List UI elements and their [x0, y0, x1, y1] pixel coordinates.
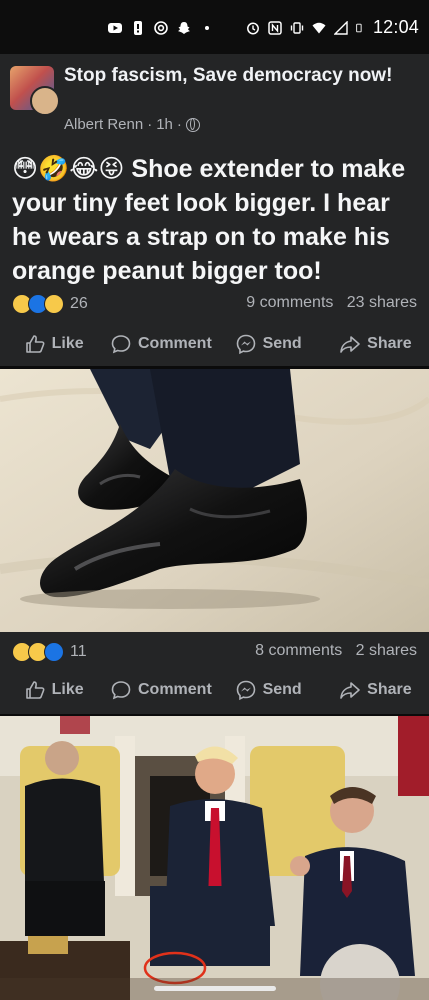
- comment-label: Comment: [137, 681, 212, 698]
- thumbs-up-icon: [25, 681, 45, 699]
- shares-count[interactable]: 23 shares: [347, 294, 417, 311]
- messenger-icon: [236, 334, 255, 355]
- post-time[interactable]: 1h: [156, 116, 173, 133]
- thumbs-up-icon: [25, 335, 45, 353]
- photo-reaction-summary[interactable]: 11: [12, 642, 87, 662]
- battery-icon: [356, 23, 362, 32]
- home-gesture-handle[interactable]: [154, 986, 276, 991]
- meeting-photo: [0, 716, 429, 1000]
- post-photo-shoes[interactable]: [0, 369, 429, 632]
- snapchat-icon: [178, 22, 190, 34]
- messenger-icon: [236, 680, 255, 701]
- comment-label: Comment: [137, 335, 212, 352]
- threads-icon: [154, 21, 168, 35]
- photo-comments-count[interactable]: 8 comments: [255, 642, 342, 659]
- comments-shares: 9 comments 23 shares: [246, 294, 417, 312]
- vibrate-icon: [290, 21, 304, 34]
- send-label: Send: [262, 681, 302, 698]
- send-button[interactable]: Send: [215, 668, 322, 712]
- shoe-photo: [0, 369, 429, 632]
- reaction-summary[interactable]: 26: [12, 294, 88, 314]
- send-button[interactable]: Send: [215, 322, 322, 366]
- group-name[interactable]: Stop fascism, Save democracy now!: [64, 64, 394, 88]
- post-emojis: 😳🤣😂😝: [12, 155, 125, 183]
- status-notification-icons: [108, 21, 214, 35]
- share-button[interactable]: Share: [322, 668, 429, 712]
- meta-separator: ·: [147, 116, 153, 133]
- post-card: Stop fascism, Save democracy now! Albert…: [0, 54, 429, 366]
- comments-count[interactable]: 9 comments: [246, 294, 333, 311]
- dot-icon: [205, 26, 209, 30]
- photo-shares-count[interactable]: 2 shares: [356, 642, 417, 659]
- photo-post-footer: 11 8 comments 2 shares Like Comment Send…: [0, 632, 429, 714]
- post-text: 😳🤣😂😝 Shoe extender to make your tiny fee…: [12, 152, 422, 288]
- status-system-icons: 12:04: [246, 17, 419, 38]
- nfc-icon: [268, 20, 282, 35]
- post-photo-meeting[interactable]: [0, 716, 429, 1000]
- signal-icon: [333, 20, 348, 35]
- share-icon: [340, 682, 360, 699]
- like-label: Like: [51, 681, 84, 698]
- comment-button[interactable]: Comment: [107, 668, 214, 712]
- youtube-icon: [108, 23, 122, 33]
- status-bar: 12:04: [0, 0, 429, 54]
- globe-icon: [185, 117, 200, 132]
- notification-icon: [134, 21, 142, 35]
- author-avatar[interactable]: [30, 86, 60, 116]
- share-icon: [340, 336, 360, 353]
- like-button[interactable]: Like: [0, 668, 107, 712]
- send-label: Send: [262, 335, 302, 352]
- photo-action-bar: Like Comment Send Share: [0, 668, 429, 712]
- comment-icon: [111, 681, 131, 700]
- photo-post-stats: 11 8 comments 2 shares: [12, 642, 417, 662]
- comment-icon: [111, 335, 131, 354]
- clock: 12:04: [372, 17, 419, 37]
- post-meta: Albert Renn · 1h ·: [64, 116, 200, 133]
- like-label: Like: [51, 335, 84, 352]
- share-label: Share: [367, 681, 412, 698]
- system-navigation-bar: [0, 972, 429, 1000]
- wifi-icon: [312, 22, 326, 33]
- share-button[interactable]: Share: [322, 322, 429, 366]
- author-name[interactable]: Albert Renn: [64, 116, 143, 133]
- share-label: Share: [367, 335, 412, 352]
- post-action-bar: Like Comment Send Share: [0, 322, 429, 366]
- haha-reaction-icon: [44, 294, 64, 314]
- comment-button[interactable]: Comment: [107, 322, 214, 366]
- meta-separator: ·: [176, 116, 182, 133]
- like-button[interactable]: Like: [0, 322, 107, 366]
- reaction-count: 26: [70, 295, 88, 312]
- alarm-icon: [247, 22, 259, 34]
- photo-comments-shares: 8 comments 2 shares: [255, 642, 417, 660]
- like-reaction-icon: [44, 642, 64, 662]
- photo-reaction-count: 11: [70, 643, 87, 660]
- post-stats: 26 9 comments 23 shares: [12, 294, 417, 314]
